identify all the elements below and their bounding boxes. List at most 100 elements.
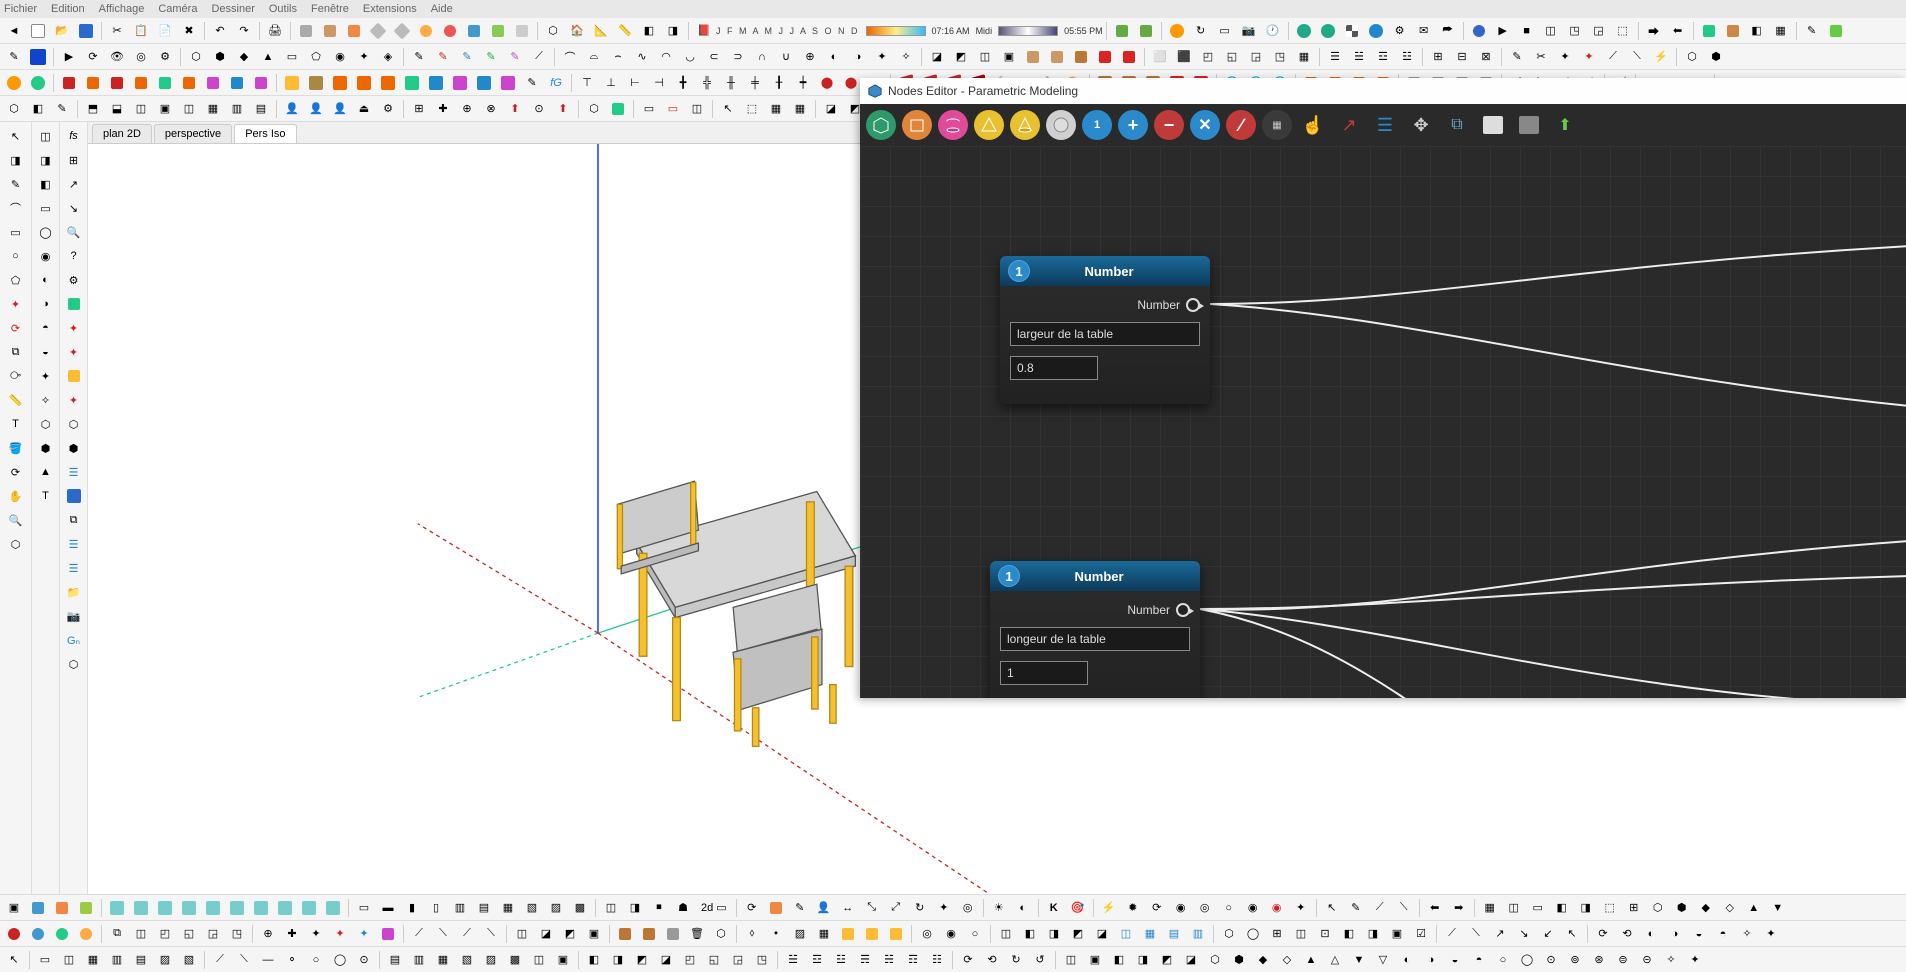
tool-icon[interactable]: ◨ bbox=[1044, 924, 1064, 944]
tool-icon[interactable]: ▧ bbox=[179, 950, 199, 970]
tool-icon[interactable]: ◧ bbox=[1109, 950, 1129, 970]
refresh-icon[interactable]: ↻ bbox=[1191, 21, 1211, 41]
tool-icon[interactable] bbox=[320, 21, 340, 41]
tool-icon[interactable]: ▣ bbox=[584, 924, 604, 944]
tool-icon[interactable]: ▭ bbox=[354, 898, 374, 918]
model-chair-2[interactable] bbox=[733, 584, 836, 746]
tool-icon[interactable]: ◱ bbox=[179, 924, 199, 944]
tool-icon[interactable]: △ bbox=[1325, 950, 1345, 970]
tool-icon[interactable]: ◯ bbox=[36, 222, 56, 242]
tool-icon[interactable]: ◧ bbox=[36, 174, 56, 194]
tool-icon[interactable] bbox=[886, 924, 906, 944]
tool-icon[interactable]: ▦ bbox=[1140, 924, 1160, 944]
tool-icon[interactable]: ⬢ bbox=[1672, 898, 1692, 918]
tool-icon[interactable]: ☱ bbox=[783, 950, 803, 970]
tool-icon[interactable]: ◆ bbox=[1253, 950, 1273, 970]
tool-icon[interactable]: 📐 bbox=[591, 21, 611, 41]
delete-icon[interactable]: ✖ bbox=[179, 21, 199, 41]
tool-icon[interactable]: ⟋ bbox=[1370, 898, 1390, 918]
tool-icon[interactable]: ☑ bbox=[1411, 924, 1431, 944]
tool-icon[interactable]: ▭ bbox=[282, 47, 302, 67]
tool-icon[interactable]: ⟋ bbox=[1442, 924, 1462, 944]
undo-icon[interactable]: ↶ bbox=[210, 21, 230, 41]
tool-icon[interactable]: ◉ bbox=[1171, 898, 1191, 918]
tool-icon[interactable]: ▬ bbox=[378, 898, 398, 918]
node-tb-divide-icon[interactable]: ∕ bbox=[1226, 110, 1256, 140]
tool-icon[interactable]: ◫ bbox=[687, 99, 707, 119]
node-number-b[interactable]: 1 Number Number bbox=[990, 561, 1200, 698]
arc-icon[interactable]: ⊃ bbox=[728, 47, 748, 67]
tool-icon[interactable]: ⬅ bbox=[1425, 898, 1445, 918]
stop-icon[interactable]: ■ bbox=[1517, 21, 1537, 41]
tool-icon[interactable]: ⟲ bbox=[982, 950, 1002, 970]
tool-icon[interactable]: ◎ bbox=[131, 47, 151, 67]
tool-icon[interactable]: ✧ bbox=[1661, 950, 1681, 970]
person-icon[interactable]: 👤 bbox=[330, 99, 350, 119]
tool-icon[interactable]: ▦ bbox=[814, 924, 834, 944]
component-icon[interactable] bbox=[378, 73, 398, 93]
tool-icon[interactable]: ⬆ bbox=[553, 99, 573, 119]
zoom-icon[interactable]: 🔍 bbox=[64, 222, 84, 242]
node-value-input[interactable] bbox=[1010, 356, 1098, 380]
tool-icon[interactable] bbox=[1095, 47, 1115, 67]
tool-icon[interactable]: ◫ bbox=[179, 99, 199, 119]
tool-icon[interactable]: 📏 bbox=[615, 21, 635, 41]
save-icon[interactable] bbox=[64, 486, 84, 506]
home-icon[interactable]: 🏠 bbox=[567, 21, 587, 41]
tool-icon[interactable]: ◨ bbox=[608, 950, 628, 970]
tool-icon[interactable]: ◐ bbox=[1641, 924, 1661, 944]
copy-icon[interactable]: 📋 bbox=[131, 21, 151, 41]
node-tb-calculator-icon[interactable]: ▦ bbox=[1262, 110, 1292, 140]
offset-icon[interactable]: ⧂ bbox=[6, 366, 26, 386]
tool-icon[interactable] bbox=[1318, 21, 1338, 41]
tool-icon[interactable]: ⬡ bbox=[6, 534, 26, 554]
tool-icon[interactable]: ⊚ bbox=[1565, 950, 1585, 970]
cube-icon[interactable]: ⬜ bbox=[1150, 47, 1170, 67]
cube-icon[interactable]: ◳ bbox=[1270, 47, 1290, 67]
tool-icon[interactable] bbox=[28, 924, 48, 944]
tool-icon[interactable]: ◯ bbox=[1517, 950, 1537, 970]
tool-icon[interactable]: — bbox=[258, 950, 278, 970]
tool-icon[interactable]: ▤ bbox=[251, 99, 271, 119]
component-icon[interactable] bbox=[426, 73, 446, 93]
tool-icon[interactable] bbox=[368, 21, 388, 41]
tool-icon[interactable]: ☀ bbox=[989, 898, 1009, 918]
iso-view-icon[interactable] bbox=[179, 898, 199, 918]
tool-icon[interactable]: ▼ bbox=[1768, 898, 1788, 918]
tool-icon[interactable]: fs bbox=[64, 126, 84, 146]
tool-icon[interactable]: ▤ bbox=[385, 950, 405, 970]
tool-icon[interactable]: ✹ bbox=[1123, 898, 1143, 918]
tool-icon[interactable]: ▦ bbox=[790, 99, 810, 119]
arc-icon[interactable]: ◐ bbox=[824, 47, 844, 67]
component-icon[interactable] bbox=[155, 73, 175, 93]
tool-icon[interactable]: ▤ bbox=[131, 950, 151, 970]
tool-icon[interactable]: ✎ bbox=[52, 99, 72, 119]
tool-icon[interactable] bbox=[464, 21, 484, 41]
tool-icon[interactable]: ▣ bbox=[1387, 924, 1407, 944]
tool-icon[interactable]: ⟳ bbox=[958, 950, 978, 970]
move-icon[interactable]: ✦ bbox=[6, 294, 26, 314]
node-tb-panel1-icon[interactable] bbox=[1478, 110, 1508, 140]
tool-icon[interactable]: ⊜ bbox=[1613, 950, 1633, 970]
tool-icon[interactable]: 🗑 bbox=[687, 924, 707, 944]
component-icon[interactable] bbox=[474, 73, 494, 93]
tool-icon[interactable]: ✚ bbox=[433, 99, 453, 119]
scene-tab-pers-iso[interactable]: Pers Iso bbox=[234, 124, 296, 143]
tool-icon[interactable]: ◩ bbox=[951, 47, 971, 67]
tool-icon[interactable]: ↘ bbox=[1514, 924, 1534, 944]
tool-icon[interactable]: ⮕ bbox=[1644, 21, 1664, 41]
tool-icon[interactable]: ⟳ bbox=[742, 898, 762, 918]
tool-icon[interactable]: ⊕ bbox=[457, 99, 477, 119]
tool-icon[interactable]: ▭ bbox=[1215, 21, 1235, 41]
node-tb-vector-icon[interactable]: ↗ bbox=[1334, 110, 1364, 140]
tool-icon[interactable]: ◉ bbox=[941, 924, 961, 944]
align-icon[interactable]: ⬤ bbox=[817, 73, 837, 93]
menu-extensions[interactable]: Extensions bbox=[363, 3, 417, 15]
tool-icon[interactable] bbox=[838, 924, 858, 944]
tool-icon[interactable]: ◫ bbox=[512, 924, 532, 944]
tool-icon[interactable]: ✎ bbox=[1346, 898, 1366, 918]
tool-icon[interactable]: ◎ bbox=[1195, 898, 1215, 918]
tool-icon[interactable]: ▭ bbox=[663, 99, 683, 119]
tool-icon[interactable]: ✎ bbox=[790, 898, 810, 918]
tool-icon[interactable]: ◲ bbox=[1589, 21, 1609, 41]
